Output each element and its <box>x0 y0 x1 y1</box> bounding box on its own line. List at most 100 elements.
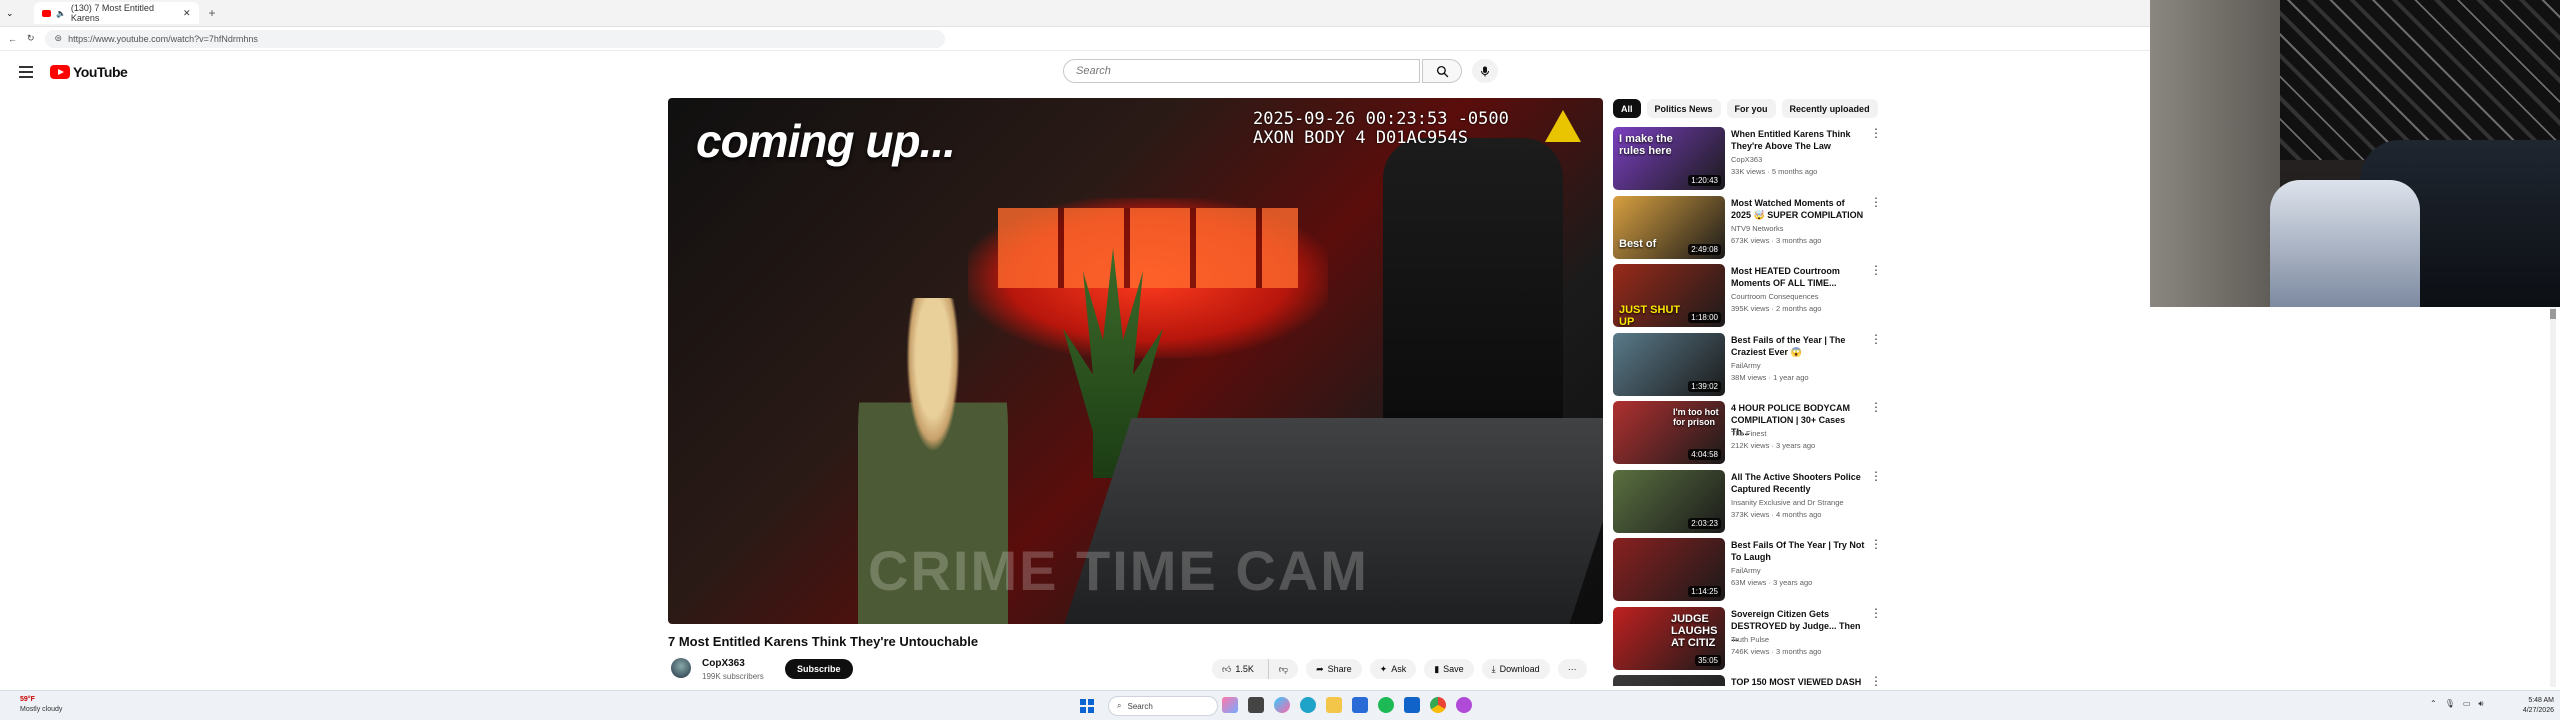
share-button[interactable]: ➦ Share <box>1306 659 1362 679</box>
list-item[interactable]: TOP 150 MOST VIEWED DASH ⋮ <box>1613 674 1878 686</box>
more-vert-icon[interactable]: ⋮ <box>1870 264 1882 276</box>
microphone-tray-icon[interactable]: 🎙︎ <box>2445 699 2455 709</box>
channel-name[interactable]: CopX363 <box>702 658 745 669</box>
app-icon[interactable] <box>1456 697 1472 713</box>
video-thumbnail[interactable]: 1:14:25 <box>1613 538 1725 601</box>
rec-channel[interactable]: Insanity Exclusive and Dr Strange <box>1731 498 1844 507</box>
rec-channel[interactable]: The Finest <box>1731 429 1766 438</box>
ask-button[interactable]: ✦ Ask <box>1369 659 1417 679</box>
bodycam-timestamp: 2025-09-26 00:23:53 -0500 AXON BODY 4 D01… <box>1253 110 1509 148</box>
list-item[interactable]: JUDGE LAUGHS AT CITIZ 35:05 Sovereign Cit… <box>1613 606 1882 675</box>
video-thumbnail[interactable] <box>1613 675 1725 686</box>
copilot-icon[interactable] <box>1274 697 1290 713</box>
video-player[interactable]: coming up... 2025-09-26 00:23:53 -0500 AX… <box>668 98 1603 624</box>
url-field[interactable]: ⊜ https://www.youtube.com/watch?v=7hfNdr… <box>44 29 945 48</box>
weather-widget[interactable]: 59°F Mostly cloudy <box>20 695 62 715</box>
rec-channel[interactable]: CopX363 <box>1731 155 1762 164</box>
video-thumbnail[interactable]: JUDGE LAUGHS AT CITIZ 35:05 <box>1613 606 1725 670</box>
like-button[interactable]: 👍︎ 1.5K <box>1212 659 1264 679</box>
list-item[interactable]: 1:39:02 Best Fails of the Year | The Cra… <box>1613 332 1882 401</box>
store-icon[interactable] <box>1352 697 1368 713</box>
list-item[interactable]: Best of 2:49:08 Most Watched Moments of 2… <box>1613 195 1882 264</box>
video-overlay-text: coming up... <box>696 115 956 167</box>
more-vert-icon[interactable]: ⋮ <box>1870 333 1882 345</box>
rec-channel[interactable]: FailArmy <box>1731 361 1761 370</box>
edge-browser-icon[interactable] <box>1300 697 1316 713</box>
thumbnail-text: JUST SHUT UP <box>1619 304 1681 327</box>
channel-avatar[interactable] <box>671 658 691 678</box>
list-item[interactable]: I'm too hot for prison 4:04:58 4 HOUR POL… <box>1613 400 1882 469</box>
rec-channel[interactable]: Truth Pulse <box>1731 635 1769 644</box>
more-vert-icon[interactable]: ⋮ <box>1870 127 1882 139</box>
tab-close-icon[interactable]: ✕ <box>183 8 191 19</box>
chip-all[interactable]: All <box>1613 99 1641 118</box>
rec-channel[interactable]: FailArmy <box>1731 566 1761 575</box>
task-view-icon[interactable] <box>1248 697 1264 713</box>
hamburger-menu-icon[interactable] <box>19 66 33 81</box>
file-explorer-icon[interactable] <box>1326 697 1342 713</box>
more-vert-icon[interactable]: ⋮ <box>1870 470 1882 482</box>
youtube-logo[interactable]: YouTube <box>50 64 128 80</box>
chip-for-you[interactable]: For you <box>1726 99 1776 118</box>
taskbar-search-label: Search <box>1127 701 1153 711</box>
rec-meta: 373K views · 4 months ago <box>1731 509 1822 519</box>
rec-channel[interactable]: NTV9 Networks <box>1731 224 1784 233</box>
list-item[interactable]: 2:03:23 All The Active Shooters Police C… <box>1613 469 1882 538</box>
like-count: 1.5K <box>1235 664 1254 674</box>
video-thumbnail[interactable]: I'm too hot for prison 4:04:58 <box>1613 401 1725 464</box>
system-clock[interactable]: 5:48 AM 4/27/2026 <box>2498 696 2554 716</box>
rec-meta: 746K views · 3 months ago <box>1731 646 1822 656</box>
more-vert-icon[interactable]: ⋮ <box>1870 538 1882 550</box>
more-vert-icon[interactable]: ⋮ <box>1870 675 1878 686</box>
video-duration: 35:05 <box>1694 654 1721 666</box>
start-button-icon[interactable] <box>1080 699 1094 713</box>
new-tab-button[interactable]: + <box>209 6 216 20</box>
rec-title[interactable]: TOP 150 MOST VIEWED DASH <box>1731 676 1866 686</box>
rec-title[interactable]: Best Fails of the Year | The Craziest Ev… <box>1731 334 1866 358</box>
video-thumbnail[interactable]: Best of 2:49:08 <box>1613 195 1725 259</box>
search-button[interactable] <box>1422 59 1462 83</box>
tab-list-chevron-icon[interactable]: ⌄ <box>6 8 14 19</box>
video-thumbnail[interactable]: I make the rules here 1:20:43 <box>1613 127 1725 190</box>
browser-tab-active[interactable]: 🔈 (130) 7 Most Entitled Karens ✕ <box>33 2 199 24</box>
more-vert-icon[interactable]: ⋮ <box>1870 196 1882 208</box>
dislike-button[interactable]: 👎︎ <box>1267 659 1298 679</box>
back-icon[interactable]: ← <box>8 34 17 44</box>
list-item[interactable]: 1:14:25 Best Fails Of The Year | Try Not… <box>1613 537 1882 606</box>
rec-channel[interactable]: Courtroom Consequences <box>1731 292 1819 301</box>
spotify-icon[interactable] <box>1378 697 1394 713</box>
scrollbar-thumb[interactable] <box>2550 309 2556 319</box>
widgets-icon[interactable] <box>1222 697 1238 713</box>
save-button[interactable]: ▮ Save <box>1424 659 1474 679</box>
video-thumbnail[interactable]: JUST SHUT UP 1:18:00 <box>1613 264 1725 327</box>
network-icon[interactable]: ▭ <box>2463 699 2471 709</box>
download-button[interactable]: ⤓ Download <box>1481 659 1550 679</box>
search-icon <box>1436 65 1448 77</box>
tray-chevron-icon[interactable]: ⌃ <box>2430 699 2437 709</box>
page-scrollbar[interactable] <box>2550 307 2556 687</box>
weather-temp: 59°F <box>20 696 35 703</box>
volume-icon[interactable]: 🔊︎ <box>2478 699 2483 709</box>
video-thumbnail[interactable]: 1:39:02 <box>1613 332 1725 396</box>
taskbar-search[interactable]: ⌕ Search <box>1108 696 1218 716</box>
site-info-icon[interactable]: ⊜ <box>55 33 63 44</box>
rec-title[interactable]: All The Active Shooters Police Captured … <box>1731 471 1866 495</box>
rec-title[interactable]: Most HEATED Courtroom Moments OF ALL TIM… <box>1731 265 1866 289</box>
video-thumbnail[interactable]: 2:03:23 <box>1613 469 1725 533</box>
reload-icon[interactable]: ↻ <box>27 33 35 44</box>
rec-title[interactable]: Best Fails Of The Year | Try Not To Laug… <box>1731 539 1866 563</box>
rec-title[interactable]: When Entitled Karens Think They're Above… <box>1731 128 1866 152</box>
rec-title[interactable]: Most Watched Moments of 2025 🤯 SUPER COM… <box>1731 197 1866 221</box>
list-item[interactable]: I make the rules here 1:20:43 When Entitl… <box>1613 126 1882 195</box>
voice-search-button[interactable] <box>1472 59 1498 83</box>
chip-recently-uploaded[interactable]: Recently uploaded <box>1781 99 1878 118</box>
subscribe-button[interactable]: Subscribe <box>785 659 853 679</box>
more-vert-icon[interactable]: ⋮ <box>1870 607 1882 619</box>
chrome-icon[interactable] <box>1430 697 1446 713</box>
more-actions-button[interactable]: ··· <box>1557 659 1587 679</box>
search-input[interactable]: Search <box>1063 59 1420 83</box>
outlook-icon[interactable] <box>1404 697 1420 713</box>
chip-politics-news[interactable]: Politics News <box>1646 99 1721 118</box>
more-vert-icon[interactable]: ⋮ <box>1870 401 1882 413</box>
list-item[interactable]: JUST SHUT UP 1:18:00 Most HEATED Courtroo… <box>1613 263 1882 332</box>
